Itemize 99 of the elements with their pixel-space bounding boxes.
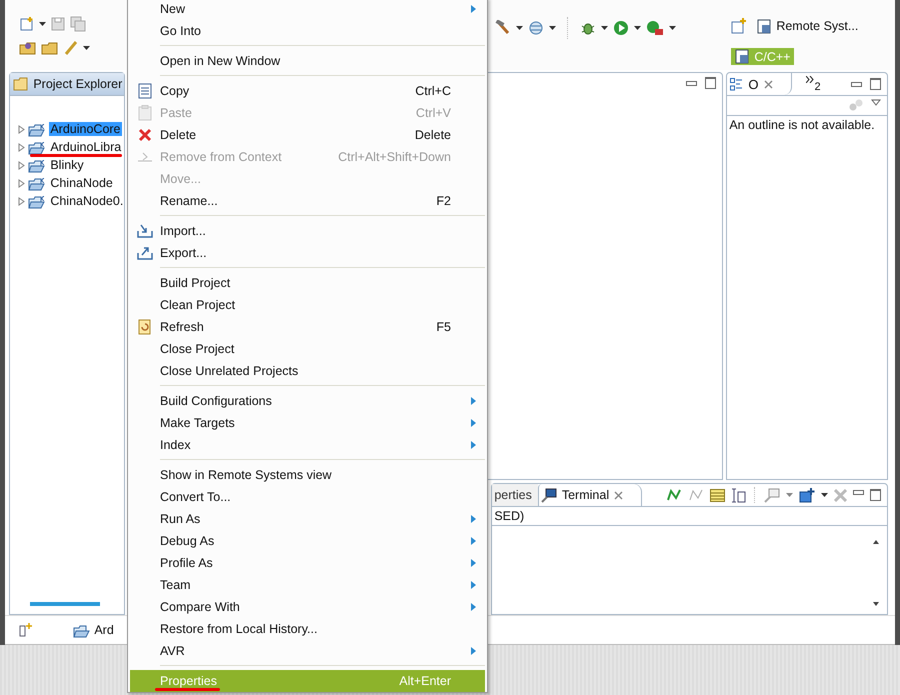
expand-arrow-icon[interactable] [18, 160, 26, 170]
scroll-up-icon[interactable] [873, 540, 880, 544]
project-folder-icon [73, 622, 92, 638]
menu-item[interactable]: Compare With [130, 596, 485, 618]
remove-icon [137, 151, 153, 163]
menu-item[interactable]: Run As [130, 508, 485, 530]
hammer-icon[interactable] [495, 20, 512, 36]
expand-arrow-icon[interactable] [18, 142, 26, 152]
menu-item[interactable]: Export... [130, 242, 485, 264]
refresh-icon [138, 319, 152, 335]
new-terminal-icon[interactable] [799, 488, 816, 502]
expand-arrow-icon[interactable] [18, 196, 26, 206]
maximize-icon[interactable] [870, 489, 882, 501]
connect-icon[interactable] [666, 488, 682, 502]
caret-icon[interactable] [83, 46, 90, 50]
close-icon[interactable] [764, 80, 774, 88]
terminal-icon [540, 488, 557, 502]
menu-item[interactable]: Clean Project [130, 294, 485, 316]
menu-item[interactable]: Debug As [130, 530, 485, 552]
project-folder-icon [28, 158, 46, 172]
notes-icon[interactable] [710, 488, 726, 502]
minimize-icon[interactable] [853, 490, 864, 494]
scroll-down-icon[interactable] [873, 602, 880, 606]
outline-icon [730, 78, 742, 90]
dropdown-icon[interactable] [871, 99, 882, 106]
menu-item[interactable]: Build Project [130, 272, 485, 294]
maximize-icon[interactable] [705, 77, 716, 89]
view-tab[interactable]: perties [492, 484, 538, 506]
underline-annotation [155, 688, 220, 691]
copy-icon [138, 83, 152, 99]
perspective-icon [735, 49, 750, 64]
menu-item[interactable]: Profile As [130, 552, 485, 574]
menu-item[interactable]: Restore from Local History... [130, 618, 485, 640]
caret-icon[interactable] [601, 26, 608, 30]
expand-arrow-icon[interactable] [18, 124, 26, 134]
menu-item[interactable]: Build Configurations [130, 390, 485, 412]
caret-icon[interactable] [516, 26, 524, 30]
terminal-settings-icon[interactable] [764, 488, 780, 502]
menu-item[interactable]: Convert To... [130, 486, 485, 508]
menu-item[interactable]: Close Project [130, 338, 485, 360]
project-item[interactable]: Blinky [49, 158, 85, 172]
folders-icon [13, 76, 30, 92]
close-icon[interactable] [614, 490, 624, 500]
menu-item[interactable]: Rename... F2 [130, 190, 485, 212]
menu-item[interactable]: AVR [130, 640, 485, 662]
open-perspective-icon[interactable] [731, 18, 748, 34]
project-folder-icon [28, 140, 46, 154]
disconnect-icon[interactable] [688, 488, 704, 502]
perspective-icon [757, 18, 772, 34]
caret-icon[interactable] [549, 26, 556, 30]
run-tool-icon[interactable] [646, 20, 664, 36]
caret-icon[interactable] [821, 493, 828, 497]
terminal-status: SED) [492, 506, 888, 526]
menu-item[interactable]: Team [130, 574, 485, 596]
chevron-icon [806, 76, 814, 82]
menu-item[interactable]: Make Targets [130, 412, 485, 434]
project-item[interactable]: ChinaNode [49, 176, 114, 190]
menu-item[interactable]: Show in Remote Systems view [130, 464, 485, 486]
project-explorer-tab[interactable]: Project Explorer [10, 73, 124, 95]
minimize-icon[interactable] [851, 82, 862, 87]
folder-icon[interactable] [19, 40, 38, 56]
run-icon[interactable] [613, 20, 630, 36]
globe-icon[interactable] [528, 20, 544, 36]
menu-item[interactable]: Close Unrelated Projects [130, 360, 485, 382]
export-icon [137, 246, 153, 260]
text-cursor-icon[interactable] [731, 488, 746, 502]
perspective-button[interactable]: Remote Syst... [753, 18, 862, 35]
delete-icon [138, 128, 152, 142]
caret-icon[interactable] [39, 22, 46, 26]
import-icon [137, 224, 153, 238]
folder-icon[interactable] [41, 40, 60, 56]
clipboard-icon [138, 105, 152, 121]
project-folder-icon [28, 194, 46, 208]
outline-tab[interactable]: O [727, 73, 792, 95]
menu-item[interactable]: Copy Ctrl+C [130, 80, 485, 102]
caret-icon[interactable] [634, 26, 642, 30]
menu-item[interactable]: New [130, 0, 485, 20]
new-file-icon[interactable] [19, 16, 36, 32]
menu-item[interactable]: Index [130, 434, 485, 456]
outline-message: An outline is not available. [728, 117, 876, 134]
project-folder-icon [28, 176, 46, 190]
maximize-icon[interactable] [870, 78, 882, 90]
project-item[interactable]: ArduinoLibra [49, 140, 122, 154]
caret-icon[interactable] [669, 26, 676, 30]
expand-arrow-icon[interactable] [18, 178, 26, 188]
save-all-icon[interactable] [70, 16, 86, 32]
status-project-item[interactable]: Ard [73, 622, 114, 638]
project-item[interactable]: ArduinoCore [49, 122, 122, 136]
menu-item[interactable]: Import... [130, 220, 485, 242]
project-item[interactable]: ChinaNode0. [49, 194, 124, 208]
view-tab[interactable]: Terminal [538, 484, 642, 506]
menu-item[interactable]: Refresh F5 [130, 316, 485, 338]
project-folder-icon [28, 122, 46, 136]
minimize-icon[interactable] [686, 81, 698, 86]
fast-view-icon[interactable] [19, 623, 34, 637]
menu-item[interactable]: Delete Delete [130, 124, 485, 146]
more-views-button[interactable]: 2 [792, 76, 821, 92]
menu-item[interactable]: Open in New Window [130, 50, 485, 72]
menu-item[interactable]: Go Into [130, 20, 485, 42]
